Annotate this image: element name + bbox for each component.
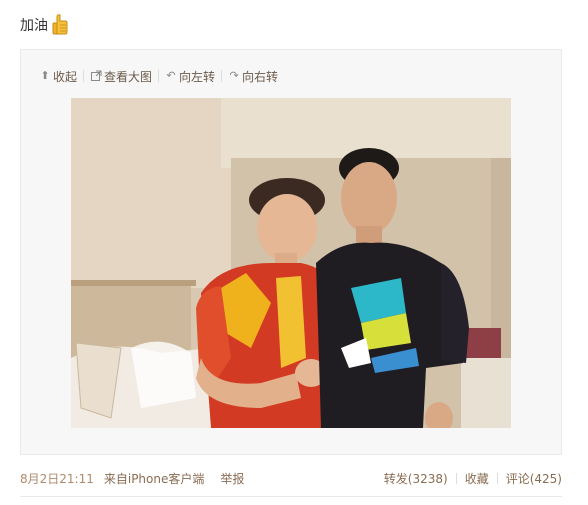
collapse-label: 收起 (53, 69, 78, 84)
view-large-label: 查看大图 (104, 69, 153, 84)
rotate-left-icon: ↶ (166, 69, 176, 82)
action-divider (496, 472, 498, 484)
post-time-link[interactable]: 8月2日21:11 (20, 470, 94, 487)
arrow-up-icon: ⬆ (40, 69, 50, 82)
media-panel: ⬆ 收起 查看大图 ↶ 向左转 ↷ 向右转 (20, 49, 562, 455)
toolbar-divider (158, 70, 160, 82)
toolbar-divider (83, 70, 85, 82)
repost-label: 转发 (383, 471, 408, 486)
report-link[interactable]: 举报 (220, 470, 244, 487)
post-photo[interactable] (71, 98, 511, 428)
post-footer: 8月2日21:11 来自iPhone客户端 举报 转发(3238) 收藏 评论(… (20, 468, 562, 488)
thumbs-up-icon (52, 14, 68, 36)
rotate-right-label: 向右转 (242, 69, 279, 84)
post-source-link[interactable]: 来自iPhone客户端 (104, 470, 205, 487)
external-link-icon (90, 70, 102, 82)
rotate-right-icon: ↷ (229, 69, 239, 82)
rotate-right-button[interactable]: ↷ 向右转 (228, 68, 278, 85)
repost-link[interactable]: 转发(3238) (384, 470, 448, 487)
comment-label: 评论 (505, 471, 530, 486)
toolbar-divider (221, 70, 223, 82)
post-text-line: 加油 (20, 11, 68, 39)
rotate-left-button[interactable]: ↶ 向左转 (165, 68, 215, 85)
rotate-left-label: 向左转 (179, 69, 216, 84)
post-actions: 转发(3238) 收藏 评论(425) (384, 468, 562, 488)
favorite-link[interactable]: 收藏 (465, 470, 489, 487)
action-divider (455, 472, 457, 484)
collapse-button[interactable]: ⬆ 收起 (39, 68, 77, 85)
view-large-button[interactable]: 查看大图 (90, 68, 152, 85)
post-text: 加油 (20, 18, 48, 34)
media-toolbar: ⬆ 收起 查看大图 ↶ 向左转 ↷ 向右转 (39, 68, 278, 84)
repost-count: (3238) (407, 471, 448, 486)
comment-link[interactable]: 评论(425) (506, 470, 562, 487)
footer-divider (20, 496, 562, 497)
comment-count: (425) (529, 471, 562, 486)
